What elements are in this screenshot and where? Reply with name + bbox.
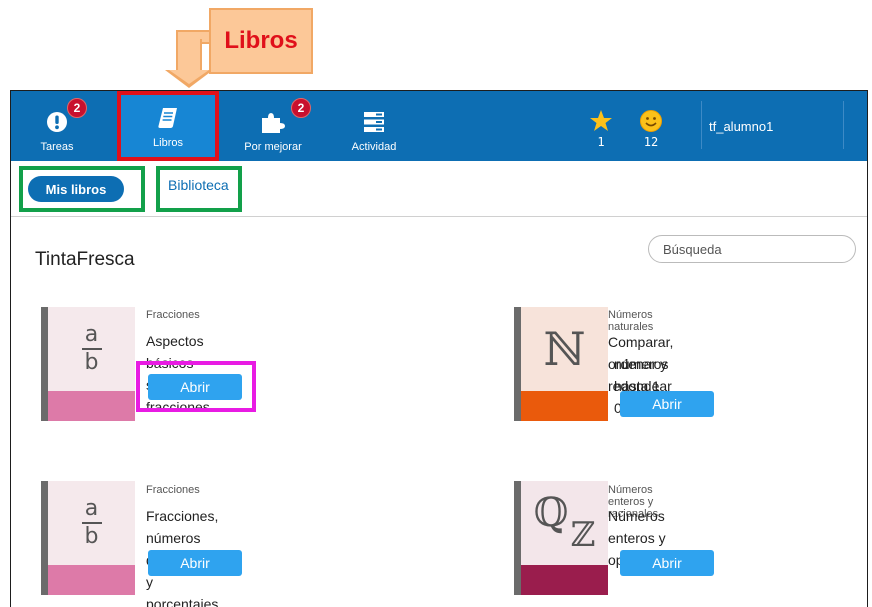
nav-libros[interactable]: Libros (117, 91, 219, 161)
smileys-counter[interactable]: 12 (631, 91, 671, 161)
nav-por-mejorar-label: Por mejorar (244, 141, 302, 153)
user-divider-left (701, 101, 702, 149)
search-input[interactable]: Búsqueda (648, 235, 856, 263)
user-divider-right (843, 101, 844, 149)
biblioteca-tab[interactable]: Biblioteca (168, 177, 229, 193)
book-cover[interactable]: ℕ (514, 307, 608, 421)
por-mejorar-badge: 2 (291, 98, 311, 118)
book-category: Fracciones (146, 484, 200, 496)
puzzle-icon (260, 107, 286, 137)
app-frame: Tareas 2 Libros Por mejorar 2 Actividad … (10, 90, 868, 607)
stars-count: 1 (597, 135, 605, 149)
annotation-callout: Libros (209, 8, 313, 74)
book-cover[interactable]: ab (41, 481, 135, 595)
callout-arrow-shaft (176, 39, 202, 72)
cover-band (521, 391, 608, 421)
alert-icon (46, 107, 68, 137)
fraction-symbol: ab (48, 481, 135, 565)
abrir-button[interactable]: Abrir (148, 550, 242, 576)
book-cover[interactable]: ab (41, 307, 135, 421)
cover-band (48, 391, 135, 421)
page-title: TintaFresca (35, 249, 135, 270)
nav-libros-label: Libros (153, 137, 183, 149)
cover-band (48, 565, 135, 595)
nav-por-mejorar[interactable]: Por mejorar 2 (233, 91, 313, 161)
sub-nav: Mis libros Biblioteca (11, 161, 867, 217)
callout-arrow-head-fill (169, 70, 209, 84)
fraction-symbol: ab (48, 307, 135, 391)
nav-actividad-label: Actividad (351, 141, 397, 153)
book-icon (156, 103, 180, 133)
nav-tareas-label: Tareas (40, 141, 74, 153)
username-menu[interactable]: tf_alumno1 (709, 119, 773, 134)
book-category: Fracciones (146, 309, 200, 321)
stars-counter[interactable]: 1 (581, 91, 621, 161)
nav-actividad[interactable]: Actividad (341, 91, 407, 161)
star-icon (590, 110, 612, 131)
naturals-symbol: ℕ (543, 322, 586, 376)
tareas-badge: 2 (67, 98, 87, 118)
abrir-button[interactable]: Abrir (148, 374, 242, 400)
abrir-button[interactable]: Abrir (620, 550, 714, 576)
nav-tareas[interactable]: Tareas 2 (25, 91, 89, 161)
mis-libros-tab[interactable]: Mis libros (28, 176, 124, 202)
list-icon (362, 107, 386, 137)
smileys-count: 12 (643, 135, 659, 149)
cover-band (521, 565, 608, 595)
smiley-icon (640, 110, 662, 132)
abrir-button[interactable]: Abrir (620, 391, 714, 417)
top-nav-bar: Tareas 2 Libros Por mejorar 2 Actividad … (11, 91, 867, 161)
integers-rationals-symbol: ℚ ℤ (533, 490, 596, 555)
book-cover[interactable]: ℚ ℤ (514, 481, 608, 595)
book-category: Números naturales (608, 309, 654, 333)
